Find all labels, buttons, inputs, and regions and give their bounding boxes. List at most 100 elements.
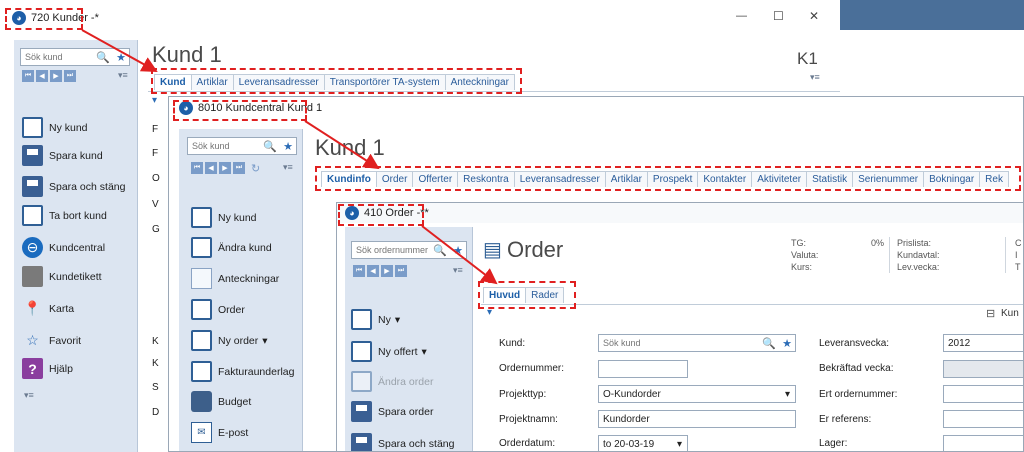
projektnamn-field[interactable]: Kundorder [598,410,796,428]
action-label: Ny [378,313,391,326]
projekttyp-select[interactable]: O-Kundorder ▾ [598,385,796,403]
chevron-down-icon[interactable]: ▾ [677,439,687,450]
search-icon[interactable]: 🔍 [759,337,779,350]
next-record-button[interactable]: ▶ [50,70,62,82]
label-projekttyp: Projekttyp: [499,389,547,400]
kund-search-input[interactable] [603,338,760,348]
close-button[interactable]: ✕ [809,9,819,23]
search-box[interactable]: 🔍 ★ [187,137,297,155]
kund-search-field[interactable]: 🔍 ★ [598,334,796,352]
toolbar-cut-label: Kun [1001,308,1019,319]
lager-field[interactable] [943,435,1023,451]
titlebar-order: ◕ 410 Order -** [337,203,1023,223]
orderdatum-select[interactable]: to 20-03-19 ▾ [598,435,688,451]
info-cut-label: I [1015,250,1018,260]
sidebar-menu-icon[interactable]: ▾≡ [118,70,128,81]
filter-icon[interactable]: ▾ [152,95,157,106]
record-navigation: ⏮ ◀ ▶ ⏭ [353,265,407,277]
new-document-icon [191,299,212,320]
action-label: Hjälp [49,362,73,375]
edit-document-icon [351,371,372,392]
next-record-button[interactable]: ▶ [219,162,231,174]
action-ny-offert[interactable]: Ny offert ▾ [351,341,427,362]
bekraftad-vecka-field [943,360,1023,378]
label-orderdatum: Orderdatum: [499,438,556,449]
first-record-button[interactable]: ⏮ [22,70,34,82]
action-spara-order[interactable]: Spara order [351,401,433,422]
action-favorit[interactable]: ☆ Favorit [22,330,81,351]
sidebar-menu-icon[interactable]: ▾≡ [453,265,463,276]
annotation-box-window-title-2 [173,100,307,121]
toolbar-icon[interactable]: ⊟ [986,307,995,320]
action-e-post[interactable]: ✉ E-post [191,422,248,443]
dropdown-chevron-icon[interactable]: ▾ [422,346,427,358]
action-ny-kund[interactable]: Ny kund [22,117,88,138]
leveransvecka-field[interactable]: 2012 [943,334,1023,352]
label-kund: Kund: [499,338,526,349]
edit-document-icon [351,341,372,362]
action-fakturaunderlag[interactable]: Fakturaunderlag [191,361,294,382]
ordernummer-field[interactable] [598,360,688,378]
first-record-button[interactable]: ⏮ [191,162,203,174]
action-kundcentral[interactable]: ⊖ Kundcentral [22,237,105,258]
action-label: Order [218,303,245,316]
refresh-icon[interactable]: ↻ [251,162,260,175]
previous-record-button[interactable]: ◀ [367,265,379,277]
last-record-button[interactable]: ⏭ [233,162,245,174]
last-record-button[interactable]: ⏭ [64,70,76,82]
action-label: Anteckningar [218,272,280,285]
action-ny-kund[interactable]: Ny kund [191,207,257,228]
search-input[interactable] [352,245,431,255]
search-icon[interactable]: 🔍 [430,244,450,257]
action-anteckningar[interactable]: Anteckningar [191,268,279,289]
annotation-box-tabs-2 [315,166,1021,191]
minimize-button[interactable]: — [736,10,747,22]
ert-ordernummer-field[interactable] [943,385,1023,403]
search-input[interactable] [21,52,94,62]
favorite-star-icon[interactable]: ★ [113,51,129,64]
sidebar-more-icon[interactable]: ▾≡ [24,390,34,401]
search-input[interactable] [188,141,261,151]
order-document-icon: ▤ [483,239,502,261]
action-spara-och-stang[interactable]: Spara och stäng [351,433,454,451]
action-order[interactable]: Order [191,299,245,320]
search-icon[interactable]: 🔍 [260,140,280,153]
sidebar-menu-icon[interactable]: ▾≡ [283,162,293,173]
save-icon [22,145,43,166]
first-record-button[interactable]: ⏮ [353,265,365,277]
last-record-button[interactable]: ⏭ [395,265,407,277]
action-andra-kund[interactable]: Ändra kund [191,237,272,258]
action-spara-och-stang[interactable]: Spara och stäng [22,176,125,197]
dropdown-chevron-icon[interactable]: ▾ [395,314,400,326]
action-spara-kund[interactable]: Spara kund [22,145,103,166]
next-record-button[interactable]: ▶ [381,265,393,277]
action-ta-bort-kund[interactable]: Ta bort kund [22,205,107,226]
action-budget[interactable]: Budget [191,391,251,412]
favorite-star-icon[interactable]: ★ [280,140,296,153]
search-box[interactable]: 🔍 ★ [351,241,467,259]
search-box[interactable]: 🔍 ★ [20,48,130,66]
search-icon[interactable]: 🔍 [93,51,113,64]
previous-record-button[interactable]: ◀ [205,162,217,174]
action-ny[interactable]: Ny ▾ [351,309,400,330]
form-row-initial: O [152,173,160,184]
label-ert-ordernummer: Ert ordernummer: [819,389,898,400]
chevron-down-icon[interactable]: ▾ [785,389,795,400]
action-hjalp[interactable]: ? Hjälp [22,358,73,379]
er-referens-field[interactable] [943,410,1023,428]
options-menu-icon[interactable]: ▾≡ [810,72,820,83]
prislista-label: Prislista: [897,238,932,248]
action-label: Ändra kund [218,241,272,254]
dropdown-chevron-icon[interactable]: ▾ [262,335,267,347]
order-info-group-1: TG: Valuta: Kurs: [791,237,818,273]
action-kundetikett[interactable]: Kundetikett [22,266,102,287]
action-karta[interactable]: 📍 Karta [22,298,74,319]
action-label: Budget [218,395,252,408]
favorite-star-icon[interactable]: ★ [779,337,795,350]
action-ny-order[interactable]: Ny order ▾ [191,330,268,351]
annotation-box-tabs-1 [151,68,522,94]
favorite-star-icon[interactable]: ★ [450,244,466,257]
previous-record-button[interactable]: ◀ [36,70,48,82]
action-label: Favorit [49,334,82,347]
maximize-button[interactable]: ☐ [773,9,784,23]
